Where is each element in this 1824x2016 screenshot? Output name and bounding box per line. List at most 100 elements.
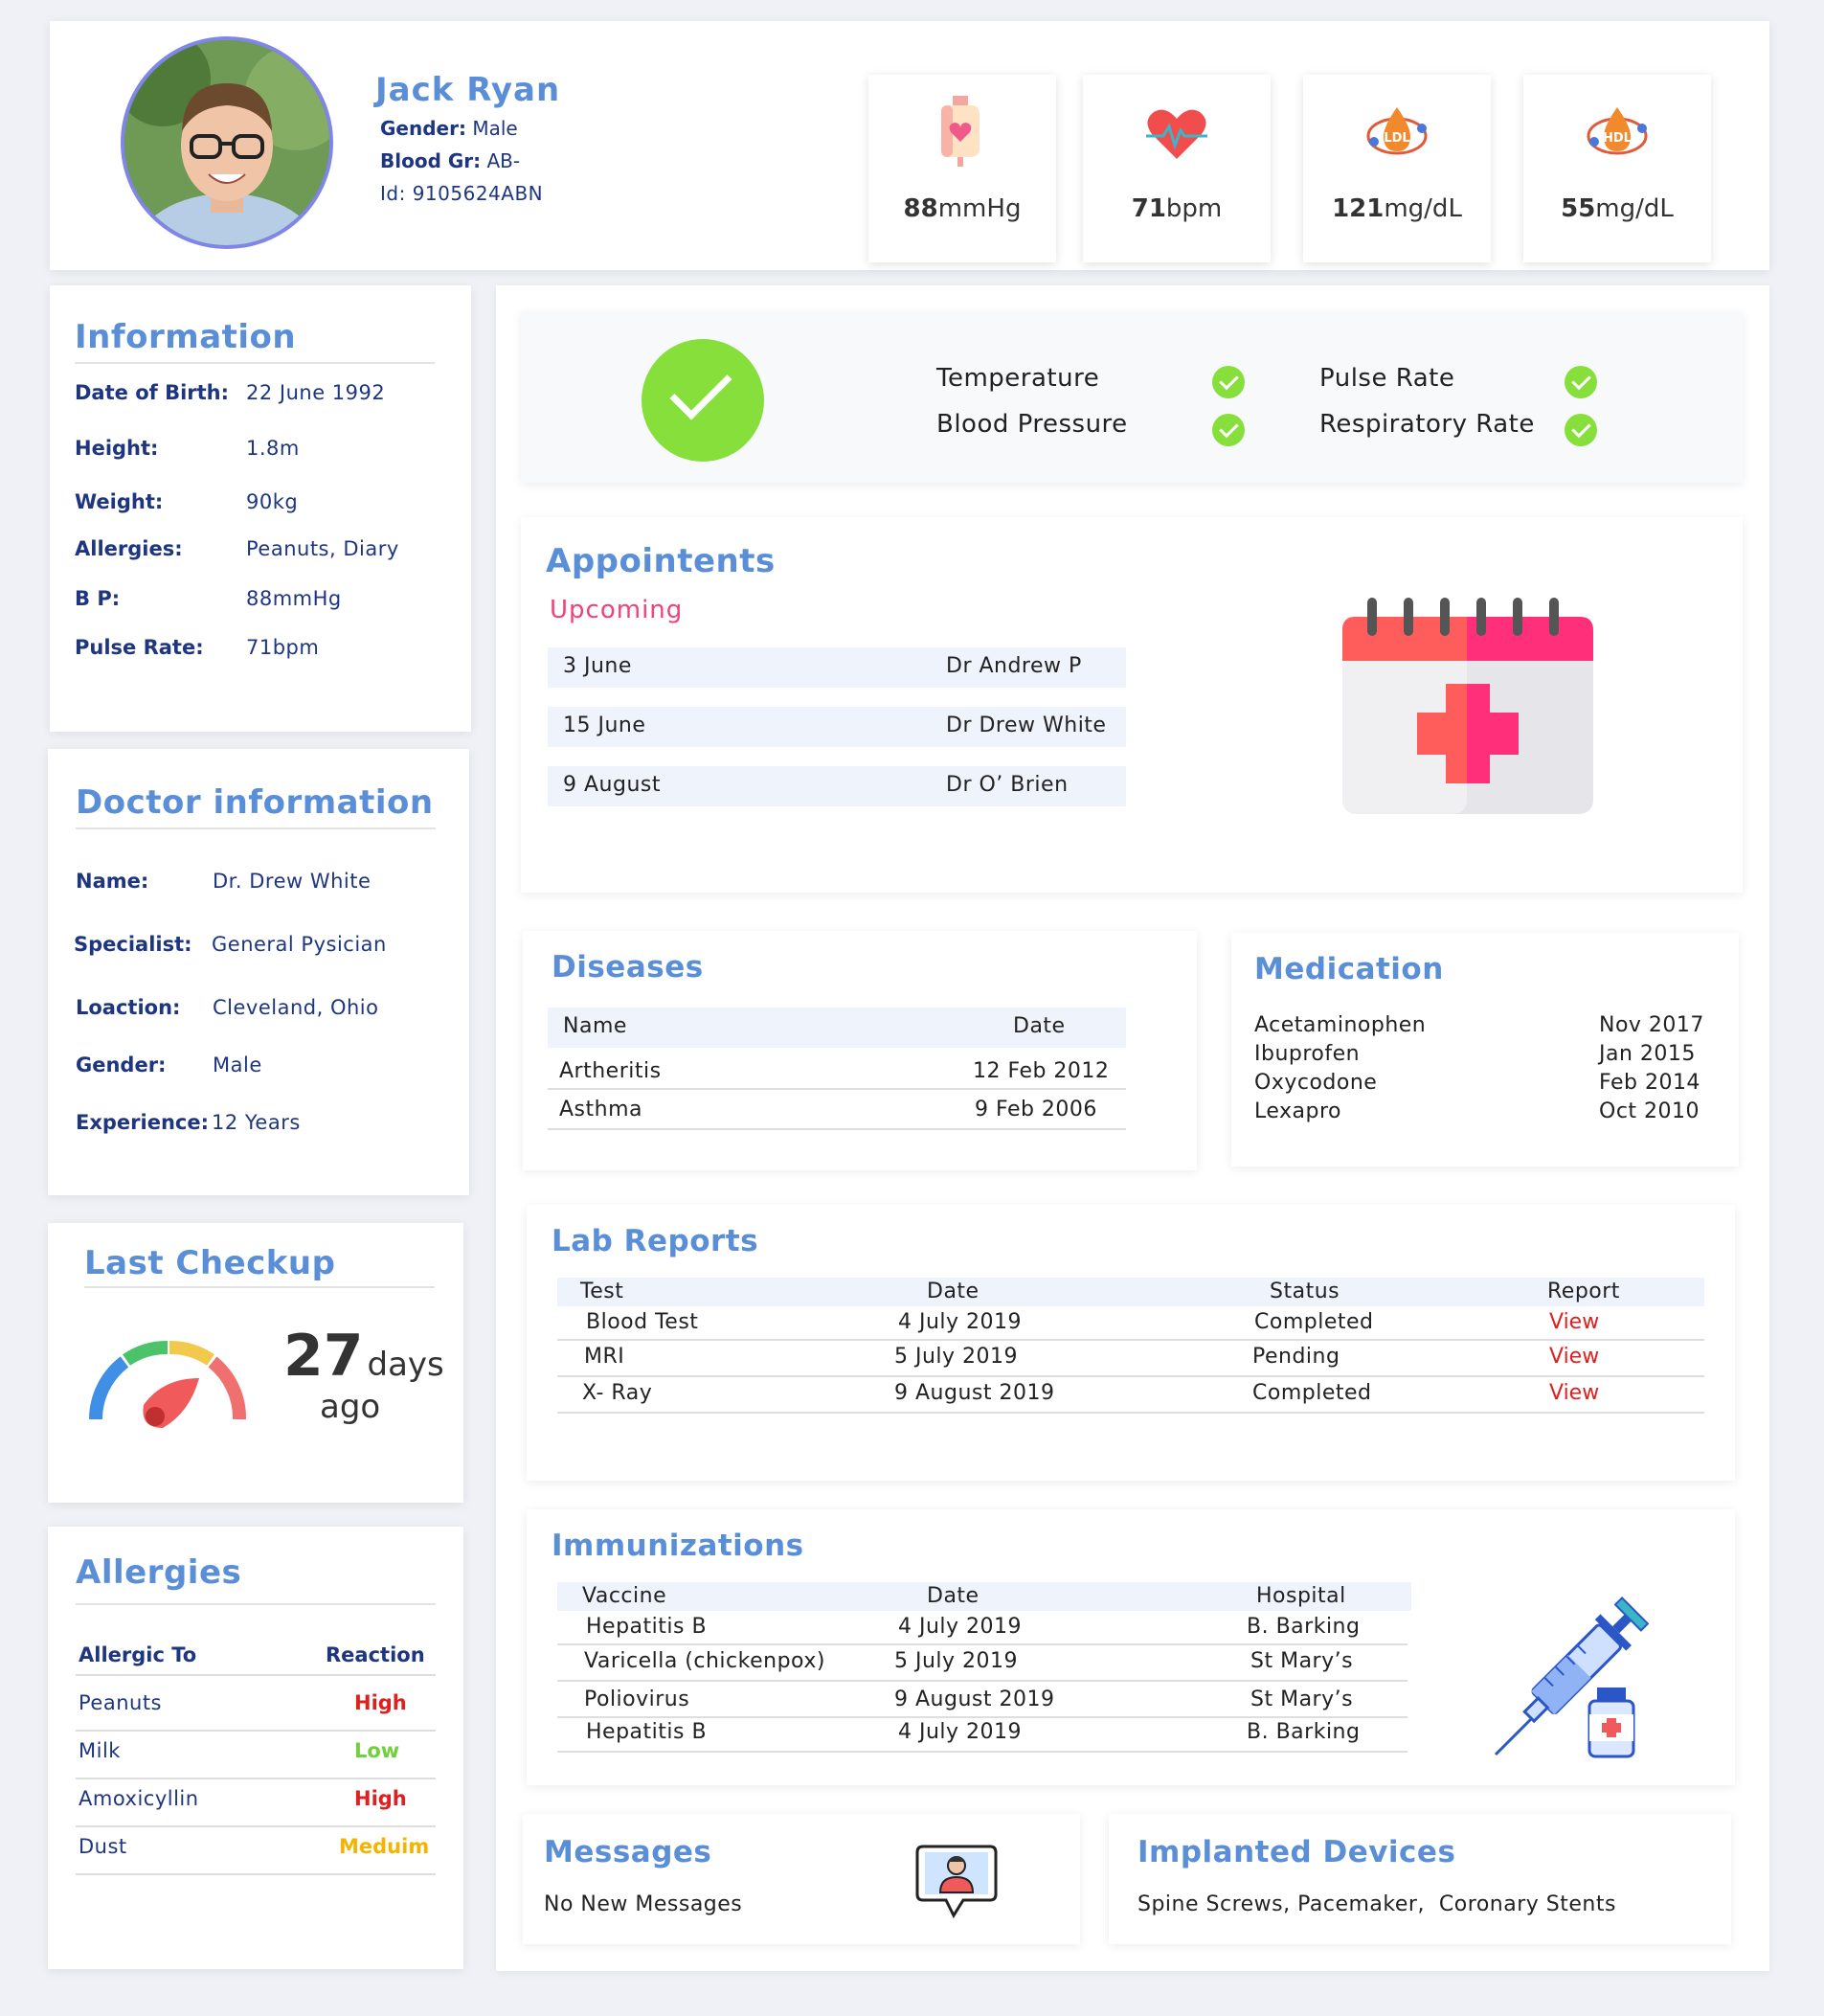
vital-hdl[interactable]: HDL 55mg/dL: [1523, 75, 1711, 262]
doctor-card: Doctor information Name: Dr. Drew White …: [48, 749, 469, 1195]
medication-date: Feb 2014: [1599, 1071, 1700, 1095]
ok-check-icon: [642, 339, 764, 462]
medication-name: Ibuprofen: [1254, 1042, 1361, 1066]
disease-date: 12 Feb 2012: [973, 1059, 1110, 1083]
info-label: Date of Birth:: [75, 381, 230, 404]
immunizations-title: Immunizations: [552, 1529, 804, 1563]
lab-status: Completed: [1252, 1381, 1372, 1405]
vital-blood-pressure[interactable]: 88mmHg: [868, 75, 1056, 262]
vital-value: 71bpm: [1131, 194, 1223, 223]
messages-card[interactable]: Messages No New Messages: [523, 1814, 1080, 1944]
appointment-row[interactable]: 9 August Dr O’ Brien: [548, 766, 1126, 806]
vital-heart-rate[interactable]: 71bpm: [1083, 75, 1271, 262]
checkup-days: 27 days: [283, 1323, 444, 1390]
allergy-reaction: High: [354, 1691, 407, 1714]
lab-status: Pending: [1252, 1345, 1340, 1369]
imm-vaccine: Hepatitis B: [586, 1615, 708, 1639]
devices-title: Implanted Devices: [1137, 1835, 1456, 1869]
imm-date: 9 August 2019: [894, 1688, 1055, 1711]
chat-avatar-icon: [915, 1845, 998, 1919]
imm-date: 4 July 2019: [898, 1720, 1023, 1744]
doctor-value: Cleveland, Ohio: [213, 996, 379, 1019]
blood-bag-icon: [941, 96, 980, 167]
imm-col-hospital-text: Hospital: [1256, 1584, 1346, 1608]
divider: [76, 1825, 436, 1827]
lab-view-link[interactable]: View: [1549, 1310, 1599, 1334]
immunization-header: Vaccine Date Hospital: [557, 1582, 1174, 1611]
imm-date: 4 July 2019: [898, 1615, 1023, 1639]
blood-label: Blood Gr:: [380, 149, 482, 172]
lab-row: Blood Test 4 July 2019 Completed View: [557, 1306, 1704, 1341]
imm-hospital: St Mary’s: [1250, 1649, 1354, 1673]
gender-label: Gender:: [380, 117, 466, 140]
info-label: Pulse Rate:: [75, 636, 204, 659]
doctor-label: Specialist:: [74, 933, 192, 956]
status-temperature: Temperature: [936, 364, 1100, 393]
info-label: B P:: [75, 587, 121, 610]
vital-value: 55mg/dL: [1561, 194, 1674, 223]
disease-row: Artheritis 12 Feb 2012: [548, 1050, 1126, 1090]
imm-vaccine: Poliovirus: [584, 1688, 690, 1711]
appointment-row[interactable]: 3 June Dr Andrew P: [548, 647, 1126, 688]
info-label: Weight:: [75, 490, 164, 513]
imm-hospital: St Mary’s: [1250, 1688, 1354, 1711]
appointment-date: 15 June: [563, 714, 646, 737]
checkup-unit: days: [367, 1346, 444, 1384]
doctor-value: Dr. Drew White: [213, 870, 372, 893]
lab-view-link[interactable]: View: [1549, 1381, 1599, 1405]
immunization-row: Poliovirus 9 August 2019 St Mary’s: [557, 1684, 1407, 1718]
immunization-row: Varicella (chickenpox) 5 July 2019 St Ma…: [557, 1647, 1407, 1682]
doctor-label: Gender:: [76, 1053, 167, 1076]
imm-col-vaccine: Vaccine: [582, 1584, 667, 1608]
lab-test: MRI: [584, 1345, 625, 1369]
doctor-value: General Pysician: [212, 933, 387, 956]
status-pulse-rate: Pulse Rate: [1319, 364, 1455, 393]
diseases-card: Diseases Name Date Artheritis 12 Feb 201…: [523, 931, 1197, 1170]
imm-hospital: B. Barking: [1247, 1720, 1361, 1744]
appointment-doctor: Dr O’ Brien: [946, 773, 1069, 797]
info-label: Allergies:: [75, 537, 183, 560]
doctor-value: 12 Years: [212, 1111, 301, 1134]
lab-col-date: Date: [927, 1280, 980, 1303]
allergies-card: Allergies Allergic To Reaction Peanuts H…: [48, 1527, 463, 1969]
vital-value: 121mg/dL: [1332, 194, 1462, 223]
disease-row: Asthma 9 Feb 2006: [548, 1090, 1126, 1130]
allergy-reaction: Low: [354, 1739, 400, 1762]
info-value: Peanuts, Diary: [246, 537, 399, 560]
medication-name: Lexapro: [1254, 1099, 1342, 1123]
medication-name: Acetaminophen: [1254, 1013, 1427, 1037]
allergy-name: Dust: [79, 1835, 127, 1858]
svg-text:HDL: HDL: [1603, 131, 1632, 146]
divider: [76, 1778, 436, 1779]
avatar[interactable]: [121, 36, 333, 249]
lab-view-link[interactable]: View: [1549, 1345, 1599, 1369]
information-card: Information Date of Birth: 22 June 1992 …: [50, 285, 471, 732]
check-icon: [1565, 366, 1597, 398]
imm-col-date: Date: [927, 1584, 980, 1608]
patient-name: Jack Ryan: [375, 71, 561, 109]
gauge-icon: [89, 1340, 246, 1428]
lab-test: X- Ray: [582, 1381, 653, 1405]
medication-date: Oct 2010: [1599, 1099, 1700, 1123]
vital-value: 88mmHg: [903, 194, 1022, 223]
check-icon: [1212, 414, 1245, 446]
information-title: Information: [75, 318, 435, 364]
patient-header: Jack Ryan Gender: Male Blood Gr: AB- Id:…: [50, 21, 1769, 270]
medication-date: Jan 2015: [1599, 1042, 1696, 1066]
medication-card: Medication Acetaminophen Nov 2017 Ibupro…: [1231, 933, 1739, 1167]
diseases-header: Name Date: [548, 1008, 1126, 1048]
imm-hospital: B. Barking: [1247, 1615, 1361, 1639]
lab-status: Completed: [1254, 1310, 1374, 1334]
imm-date: 5 July 2019: [894, 1649, 1019, 1673]
heart-pulse-icon: [1146, 109, 1207, 159]
reaction-header: Reaction: [326, 1643, 425, 1666]
last-checkup-card: Last Checkup 27 days ago: [48, 1223, 463, 1503]
appointment-row[interactable]: 15 June Dr Drew White: [548, 707, 1126, 747]
lab-col-status: Status: [1270, 1280, 1340, 1303]
patient-gender: Gender: Male: [380, 117, 518, 140]
status-blood-pressure: Blood Pressure: [936, 410, 1128, 439]
last-checkup-title: Last Checkup: [84, 1244, 435, 1288]
allergy-reaction: High: [354, 1787, 407, 1810]
syringe-vial-icon: [1494, 1597, 1650, 1758]
vital-ldl[interactable]: LDL 121mg/dL: [1303, 75, 1491, 262]
